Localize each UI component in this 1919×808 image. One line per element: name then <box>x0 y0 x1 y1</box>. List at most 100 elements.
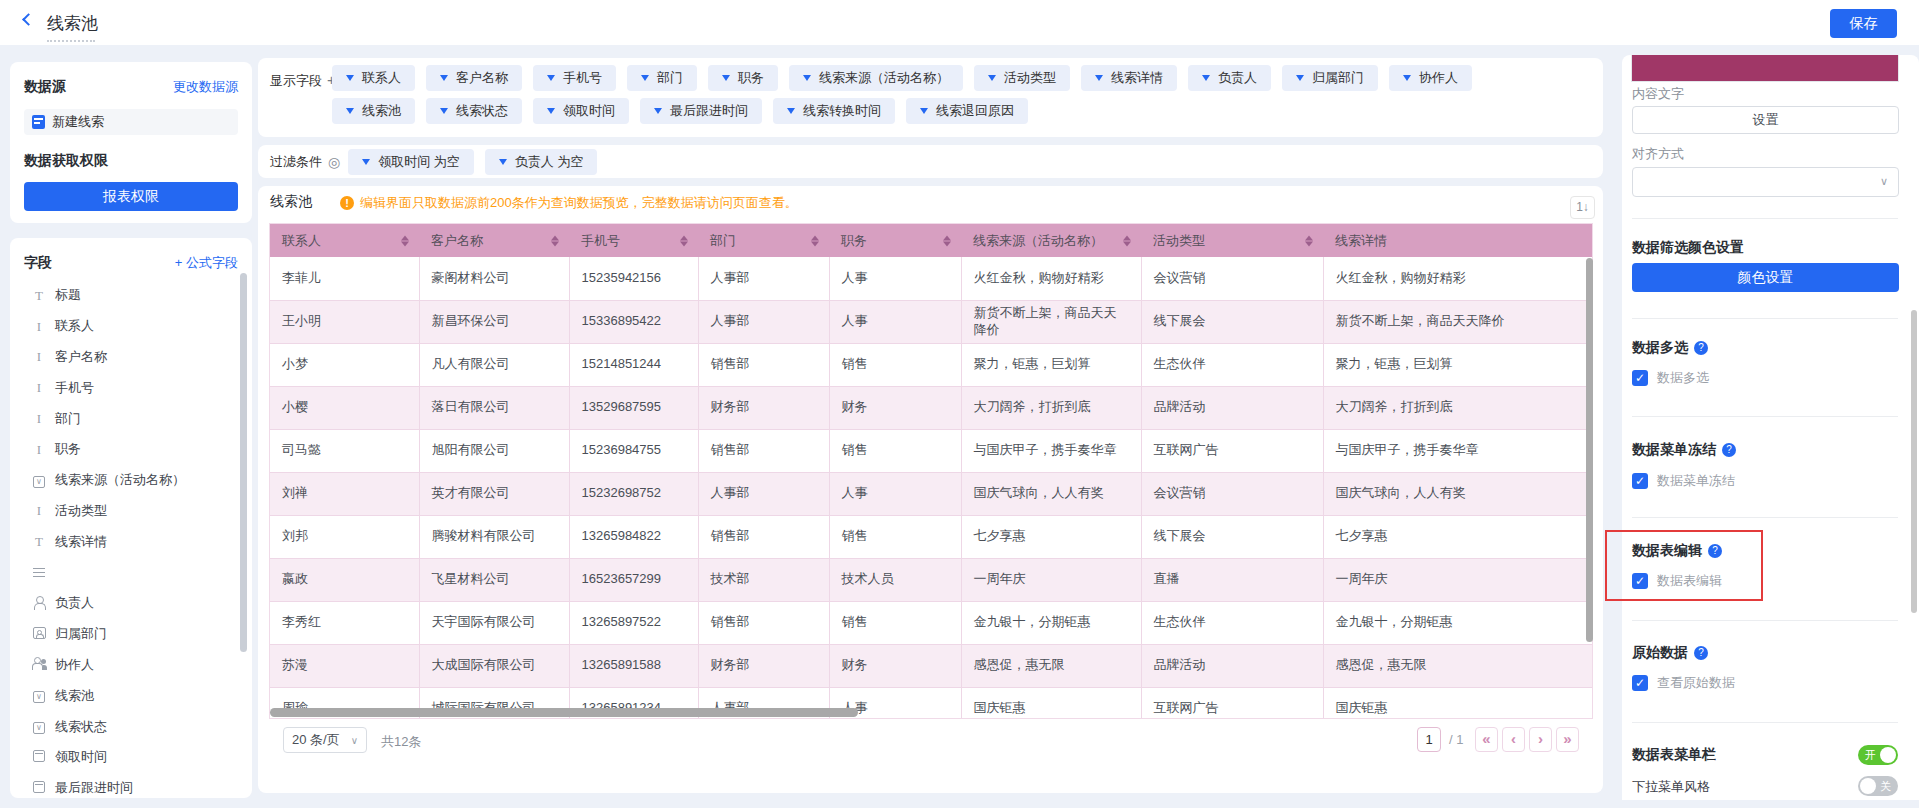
field-item[interactable]: ∨线索状态 <box>24 711 238 742</box>
sidebar-scrollbar[interactable] <box>240 273 247 652</box>
table-row[interactable]: 小梦凡人有限公司15214851244销售部销售聚力，钜惠，巨划算生态伙伴聚力，… <box>270 343 1593 386</box>
field-item[interactable]: T线索详情 <box>24 526 238 557</box>
sort-icon[interactable] <box>811 235 819 246</box>
field-chip[interactable]: 线索状态 <box>426 98 522 124</box>
first-page-button[interactable]: « <box>1475 727 1498 752</box>
field-item[interactable]: I部门 <box>24 403 238 434</box>
report-permission-button[interactable]: 报表权限 <box>24 182 238 211</box>
field-chip[interactable]: 线索池 <box>332 98 415 124</box>
align-select[interactable]: ∨ <box>1632 167 1899 197</box>
chip-label: 最后跟进时间 <box>670 102 748 120</box>
table-row[interactable]: 嬴政飞星材料公司16523657299技术部技术人员一周年庆直播一周年庆 <box>270 558 1593 601</box>
menu-bar-toggle-on[interactable]: 开 <box>1858 745 1898 765</box>
field-item[interactable]: 负责人 <box>24 588 238 619</box>
table-row[interactable]: 李秀红天宇国际有限公司13265897522销售部销售金九银十，分期钜惠生态伙伴… <box>270 601 1593 644</box>
field-chip[interactable]: 活动类型 <box>974 65 1070 91</box>
multi-select-checkbox-row[interactable]: ✓数据多选 <box>1632 369 1709 387</box>
column-header[interactable]: 活动类型 <box>1141 224 1323 257</box>
field-item[interactable]: I活动类型 <box>24 496 238 527</box>
sort-icon[interactable] <box>401 235 409 246</box>
field-chip[interactable]: 线索来源（活动名称） <box>789 65 963 91</box>
last-page-button[interactable]: » <box>1556 727 1579 752</box>
header-color-swatch[interactable] <box>1631 55 1899 82</box>
color-settings-button[interactable]: 颜色设置 <box>1632 263 1899 292</box>
field-item[interactable]: I客户名称 <box>24 342 238 373</box>
table-row[interactable]: 苏漫大成国际有限公司13265891588财务部财务感恩促，惠无限品牌活动感恩促… <box>270 644 1593 687</box>
field-chip[interactable]: 线索退回原因 <box>906 98 1028 124</box>
checkbox-checked[interactable]: ✓ <box>1632 675 1648 691</box>
field-chip[interactable]: 联系人 <box>332 65 415 91</box>
table-cell: 线下展会 <box>1141 300 1323 343</box>
field-chip[interactable]: 最后跟进时间 <box>640 98 762 124</box>
add-formula-field-link[interactable]: + 公式字段 <box>175 254 238 272</box>
dropdown-style-toggle-off[interactable]: 关 <box>1858 776 1898 796</box>
sort-icon[interactable] <box>680 235 688 246</box>
column-header[interactable]: 线索来源（活动名称） <box>961 224 1141 257</box>
table-cell: 腾骏材料有限公司 <box>419 515 569 558</box>
column-header[interactable]: 线索详情 <box>1323 224 1593 257</box>
field-chip[interactable]: 协作人 <box>1389 65 1472 91</box>
field-chip[interactable]: 负责人 为空 <box>485 149 598 175</box>
field-chip[interactable]: 领取时间 <box>533 98 629 124</box>
table-row[interactable]: 小樱落日有限公司13529687595财务部财务大刀阔斧，打折到底品牌活动大刀阔… <box>270 386 1593 429</box>
column-header[interactable]: 手机号 <box>569 224 698 257</box>
field-chip[interactable]: 线索详情 <box>1081 65 1177 91</box>
table-row[interactable]: 司马懿旭阳有限公司15236984755销售部销售与国庆甲子，携手奏华章互联网广… <box>270 429 1593 472</box>
back-icon[interactable] <box>22 13 35 26</box>
datasource-item[interactable]: 新建线索 <box>24 109 238 135</box>
page-size-select[interactable]: 20 条/页∨ <box>283 727 367 753</box>
sort-icon[interactable] <box>943 235 951 246</box>
field-chip[interactable]: 手机号 <box>533 65 616 91</box>
table-row[interactable]: 王小明新昌环保公司15336895422人事部人事新货不断上架，商品天天降价线下… <box>270 300 1593 343</box>
sort-icon[interactable] <box>551 235 559 246</box>
table-row[interactable]: 刘邦腾骏材料有限公司13265984822销售部销售七夕享惠线下展会七夕享惠 <box>270 515 1593 558</box>
divider <box>1632 722 1898 723</box>
raw-data-checkbox-row[interactable]: ✓查看原始数据 <box>1632 674 1735 692</box>
field-item[interactable]: 归属部门 <box>24 619 238 650</box>
field-chip[interactable]: 负责人 <box>1188 65 1271 91</box>
field-chip[interactable]: 客户名称 <box>426 65 522 91</box>
field-item[interactable]: 协作人 <box>24 650 238 681</box>
help-icon[interactable]: ? <box>1694 341 1708 355</box>
column-header[interactable]: 联系人 <box>270 224 419 257</box>
field-chip[interactable]: 职务 <box>708 65 778 91</box>
save-button[interactable]: 保存 <box>1830 9 1897 38</box>
field-chip[interactable]: 线索转换时间 <box>773 98 895 124</box>
table-horizontal-scrollbar[interactable] <box>270 708 858 717</box>
field-item[interactable]: ∨线索来源（活动名称） <box>24 465 238 496</box>
field-chip[interactable]: 部门 <box>627 65 697 91</box>
column-header[interactable]: 职务 <box>829 224 961 257</box>
panel-scrollbar[interactable] <box>1911 310 1917 613</box>
field-item[interactable]: I联系人 <box>24 311 238 342</box>
checkbox-checked[interactable]: ✓ <box>1632 473 1648 489</box>
column-header[interactable]: 部门 <box>698 224 829 257</box>
menu-freeze-checkbox-row[interactable]: ✓数据菜单冻结 <box>1632 472 1735 490</box>
field-item[interactable]: ∨线索池 <box>24 680 238 711</box>
field-chip[interactable]: 领取时间 为空 <box>348 149 474 175</box>
help-icon[interactable]: ? <box>1722 443 1736 457</box>
field-item[interactable]: 最后跟进时间 <box>24 773 238 798</box>
table-row[interactable]: 刘禅英才有限公司15232698752人事部人事国庆气球向，人人有奖会议营销国庆… <box>270 472 1593 515</box>
field-item[interactable]: 领取时间 <box>24 742 238 773</box>
field-item[interactable]: T标题 <box>24 280 238 311</box>
next-page-button[interactable]: › <box>1529 727 1552 752</box>
table-row[interactable]: 李菲儿豪阁材料公司15235942156人事部人事火红金秋，购物好精彩会议营销火… <box>270 257 1593 300</box>
table-cell: 李菲儿 <box>270 257 419 300</box>
prev-page-button[interactable]: ‹ <box>1502 727 1525 752</box>
chevron-down-icon <box>641 75 649 81</box>
column-header[interactable]: 客户名称 <box>419 224 569 257</box>
sort-icon[interactable] <box>1123 235 1131 246</box>
current-page-input[interactable]: 1 <box>1417 727 1441 752</box>
table-vertical-scrollbar[interactable] <box>1586 258 1593 642</box>
field-item[interactable] <box>24 557 238 588</box>
content-text-settings-button[interactable]: 设置 <box>1632 106 1899 134</box>
change-datasource-link[interactable]: 更改数据源 <box>173 78 238 96</box>
checkbox-checked[interactable]: ✓ <box>1632 370 1648 386</box>
field-item[interactable]: I职务 <box>24 434 238 465</box>
sort-icon[interactable] <box>1305 235 1313 246</box>
help-icon[interactable]: ? <box>1694 646 1708 660</box>
text-icon: I <box>32 319 46 334</box>
sort-order-icon[interactable]: 1↓ <box>1570 196 1595 219</box>
field-item[interactable]: I手机号 <box>24 372 238 403</box>
field-chip[interactable]: 归属部门 <box>1282 65 1378 91</box>
